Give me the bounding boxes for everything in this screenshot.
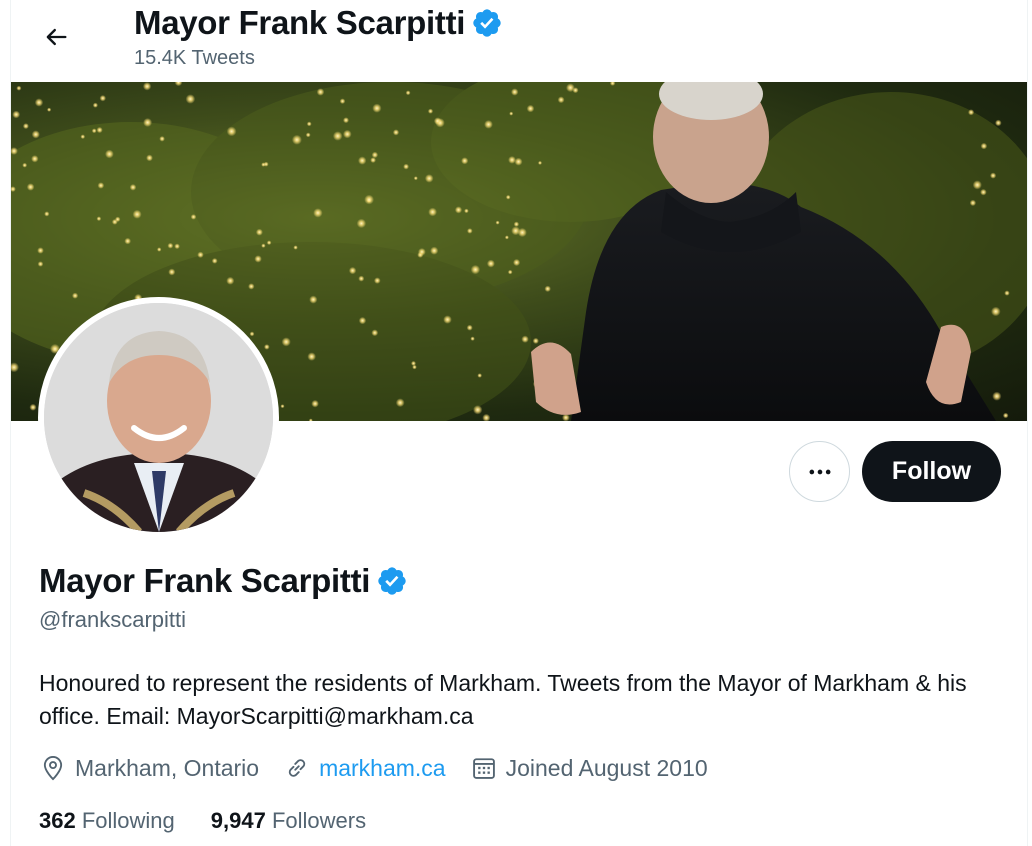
profile-bio: Honoured to represent the residents of M… (39, 670, 967, 729)
header-name: Mayor Frank Scarpitti (134, 4, 466, 41)
verified-badge-icon[interactable] (376, 565, 408, 597)
followers-label: Followers (271, 808, 367, 833)
profile-meta: Markham, Ontario markham.ca Joined Augus… (39, 754, 732, 782)
following-count: 362 (39, 808, 76, 833)
profile-avatar[interactable] (38, 297, 279, 538)
tweet-count: 15.4K Tweets (134, 47, 255, 69)
calendar-icon (472, 758, 495, 779)
more-options-button[interactable] (789, 441, 850, 502)
followers-link[interactable]: 9,947 Followers (211, 808, 366, 834)
following-label: Following (81, 808, 175, 833)
followers-count: 9,947 (210, 808, 266, 833)
header-title: Mayor Frank Scarpitti (134, 4, 503, 42)
back-button[interactable] (33, 14, 79, 60)
follow-stats: 362 Following 9,947 Followers (39, 808, 402, 834)
arrow-left-icon (46, 28, 67, 46)
profile-name: Mayor Frank Scarpitti (39, 562, 371, 599)
link-icon (288, 759, 306, 777)
profile-handle: @frankscarpitti (39, 607, 187, 632)
website-link[interactable]: markham.ca (319, 755, 446, 782)
profile-name-row: Mayor Frank Scarpitti (39, 562, 408, 600)
joined-text: Joined August 2010 (505, 754, 708, 781)
location-item: Markham, Ontario (39, 754, 259, 782)
more-horizontal-icon (809, 469, 830, 474)
joined-item: Joined August 2010 (470, 754, 708, 782)
avatar-image (44, 303, 273, 532)
location-text: Markham, Ontario (75, 754, 260, 781)
following-link[interactable]: 362 Following (39, 808, 175, 834)
verified-badge-icon (473, 9, 501, 37)
follow-button[interactable]: Follow (862, 441, 1001, 502)
website-item: markham.ca (283, 754, 446, 782)
location-pin-icon (43, 755, 63, 781)
profile-header: Mayor Frank Scarpitti 15.4K Tweets (11, 0, 1027, 82)
profile-page: Mayor Frank Scarpitti 15.4K Tweets Follo… (10, 0, 1028, 846)
